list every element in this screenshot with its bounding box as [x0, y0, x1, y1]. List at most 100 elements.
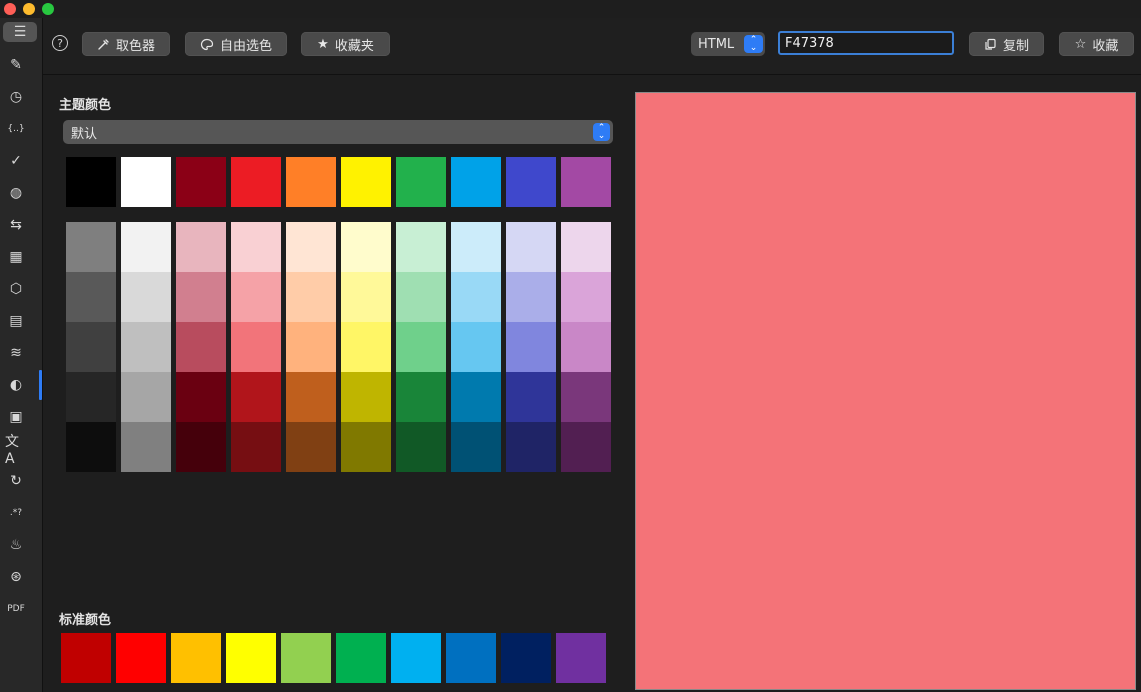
cube-icon[interactable]: ⬡ — [5, 278, 27, 300]
theme-shade-swatch[interactable] — [286, 422, 336, 472]
edit-icon[interactable]: ✎ — [5, 54, 27, 76]
theme-shade-swatch[interactable] — [231, 422, 281, 472]
theme-base-swatch[interactable] — [66, 157, 116, 207]
theme-shade-swatch[interactable] — [231, 322, 281, 372]
qrcode-icon[interactable]: ▦ — [5, 246, 27, 268]
hex-color-input[interactable] — [778, 31, 954, 55]
globe-icon[interactable]: ◍ — [5, 182, 27, 204]
theme-shade-swatch[interactable] — [231, 272, 281, 322]
theme-shade-swatch[interactable] — [286, 322, 336, 372]
theme-shade-swatch[interactable] — [121, 422, 171, 472]
theme-shade-swatch[interactable] — [341, 322, 391, 372]
palette-icon[interactable]: ◐ — [5, 374, 27, 396]
theme-shade-swatch[interactable] — [561, 322, 611, 372]
theme-shade-swatch[interactable] — [506, 372, 556, 422]
calculator-icon[interactable]: ▤ — [5, 310, 27, 332]
theme-base-swatch[interactable] — [561, 157, 611, 207]
theme-select[interactable]: 默认 ⌃ ⌄ — [63, 120, 613, 144]
regex-icon[interactable]: .*? — [5, 502, 27, 524]
theme-shade-swatch[interactable] — [506, 222, 556, 272]
theme-shade-swatch[interactable] — [176, 222, 226, 272]
theme-shade-swatch[interactable] — [341, 372, 391, 422]
color-picker-button[interactable]: 取色器 — [82, 32, 170, 56]
theme-shade-swatch[interactable] — [66, 272, 116, 322]
theme-shade-swatch[interactable] — [396, 322, 446, 372]
theme-base-swatch[interactable] — [341, 157, 391, 207]
standard-color-swatch[interactable] — [116, 633, 166, 683]
standard-color-swatch[interactable] — [501, 633, 551, 683]
java-icon[interactable]: ♨ — [5, 534, 27, 556]
theme-shade-swatch[interactable] — [396, 272, 446, 322]
clock-icon[interactable]: ◷ — [5, 86, 27, 108]
image-icon[interactable]: ▣ — [5, 406, 27, 428]
theme-base-swatch[interactable] — [286, 157, 336, 207]
theme-shade-swatch[interactable] — [341, 422, 391, 472]
theme-shade-swatch[interactable] — [66, 222, 116, 272]
collect-button[interactable]: ☆ 收藏 — [1059, 32, 1134, 56]
theme-shade-swatch[interactable] — [451, 372, 501, 422]
refresh-icon[interactable]: ↻ — [5, 470, 27, 492]
theme-base-swatch[interactable] — [506, 157, 556, 207]
standard-color-swatch[interactable] — [391, 633, 441, 683]
theme-base-swatch[interactable] — [396, 157, 446, 207]
atom-icon[interactable]: ⊛ — [5, 566, 27, 588]
theme-shade-swatch[interactable] — [176, 372, 226, 422]
theme-shade-swatch[interactable] — [121, 272, 171, 322]
json-braces-icon[interactable]: {..} — [5, 118, 27, 140]
theme-shade-swatch[interactable] — [231, 222, 281, 272]
theme-shade-swatch[interactable] — [451, 222, 501, 272]
theme-shade-swatch[interactable] — [396, 422, 446, 472]
favorites-button[interactable]: ★ 收藏夹 — [301, 32, 390, 56]
theme-shade-swatch[interactable] — [286, 222, 336, 272]
theme-base-swatch[interactable] — [176, 157, 226, 207]
theme-base-swatch[interactable] — [121, 157, 171, 207]
zoom-window-button[interactable] — [42, 3, 54, 15]
standard-color-swatch[interactable] — [446, 633, 496, 683]
theme-shade-swatch[interactable] — [176, 422, 226, 472]
theme-shade-swatch[interactable] — [231, 372, 281, 422]
theme-shade-swatch[interactable] — [341, 272, 391, 322]
theme-shade-swatch[interactable] — [66, 372, 116, 422]
theme-shade-swatch[interactable] — [396, 222, 446, 272]
theme-shade-swatch[interactable] — [66, 322, 116, 372]
theme-shade-swatch[interactable] — [121, 322, 171, 372]
theme-shade-swatch[interactable] — [506, 272, 556, 322]
copy-button[interactable]: 复制 — [969, 32, 1044, 56]
theme-shade-swatch[interactable] — [561, 372, 611, 422]
translate-icon[interactable]: 文A — [5, 434, 27, 467]
theme-shade-swatch[interactable] — [561, 422, 611, 472]
theme-base-swatch[interactable] — [451, 157, 501, 207]
wifi-icon[interactable]: ≋ — [5, 342, 27, 364]
theme-shade-swatch[interactable] — [341, 222, 391, 272]
theme-shade-swatch[interactable] — [176, 272, 226, 322]
standard-color-swatch[interactable] — [171, 633, 221, 683]
format-select[interactable]: HTML ⌃ ⌄ — [691, 32, 765, 56]
theme-shade-swatch[interactable] — [451, 272, 501, 322]
standard-color-swatch[interactable] — [281, 633, 331, 683]
theme-shade-swatch[interactable] — [121, 372, 171, 422]
standard-color-swatch[interactable] — [226, 633, 276, 683]
theme-shade-swatch[interactable] — [506, 322, 556, 372]
theme-shade-swatch[interactable] — [561, 272, 611, 322]
theme-shade-swatch[interactable] — [121, 222, 171, 272]
theme-shade-swatch[interactable] — [451, 322, 501, 372]
theme-shade-swatch[interactable] — [506, 422, 556, 472]
theme-shade-swatch[interactable] — [176, 322, 226, 372]
close-window-button[interactable] — [4, 3, 16, 15]
pdf-icon[interactable]: PDF — [5, 598, 27, 620]
theme-shade-swatch[interactable] — [451, 422, 501, 472]
theme-shade-swatch[interactable] — [286, 272, 336, 322]
theme-shade-swatch[interactable] — [396, 372, 446, 422]
standard-color-swatch[interactable] — [556, 633, 606, 683]
theme-shade-swatch[interactable] — [66, 422, 116, 472]
help-button[interactable]: ? — [52, 35, 68, 51]
theme-base-swatch[interactable] — [231, 157, 281, 207]
theme-shade-swatch[interactable] — [286, 372, 336, 422]
theme-shade-swatch[interactable] — [561, 222, 611, 272]
check-icon[interactable]: ✓ — [5, 150, 27, 172]
standard-color-swatch[interactable] — [61, 633, 111, 683]
minimize-window-button[interactable] — [23, 3, 35, 15]
menu-icon[interactable]: ☰ — [3, 22, 37, 42]
free-select-button[interactable]: 自由选色 — [185, 32, 287, 56]
swap-arrows-icon[interactable]: ⇆ — [5, 214, 27, 236]
